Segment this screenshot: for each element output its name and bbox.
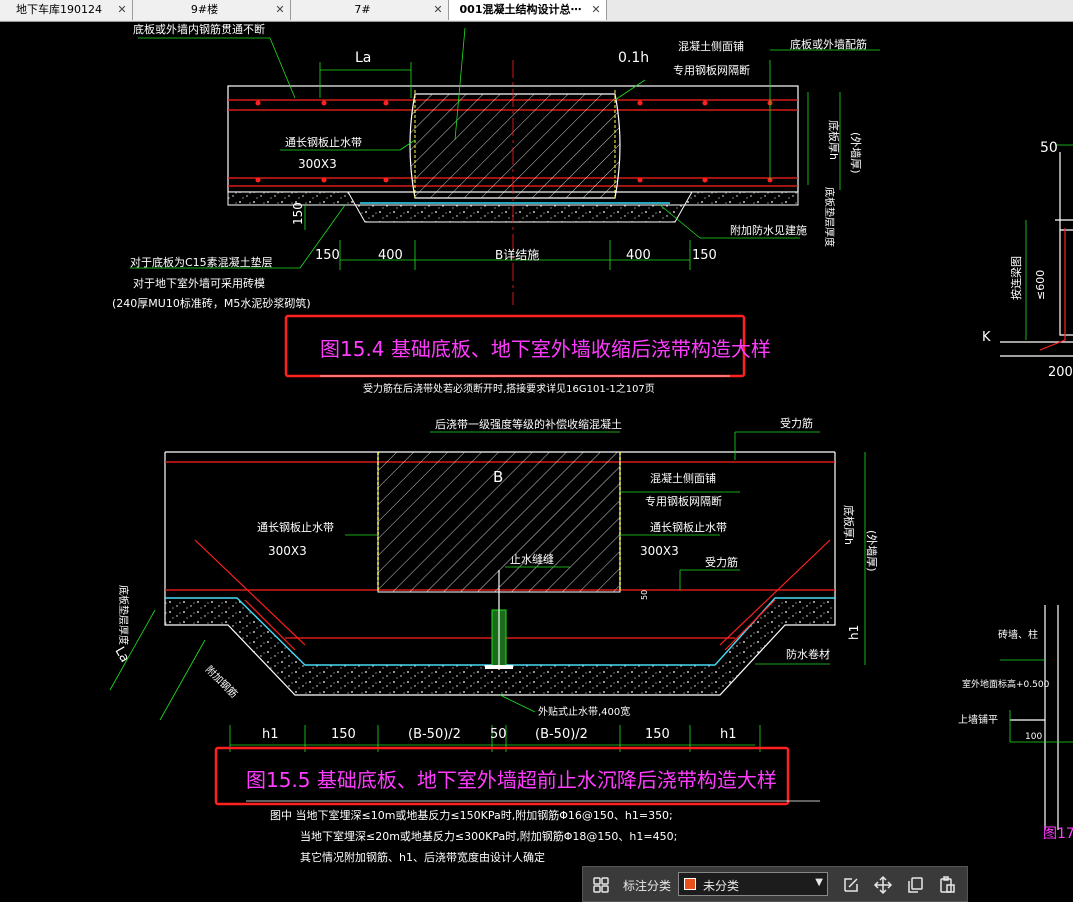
r-le600: ≤600 (1034, 270, 1047, 300)
d1-waterstop-size: 300X3 (298, 157, 337, 171)
close-icon[interactable]: ✕ (274, 0, 286, 20)
d2-left-extra: 附加钢筋 (203, 663, 240, 700)
d2-dim-b50-right: (B-50)/2 (535, 727, 588, 742)
d2-dim-50-small: 50 (640, 590, 649, 600)
d1-dim-150-left: 150 (315, 248, 340, 263)
d1-note-top: 底板或外墙内钢筋贯通不断 (133, 22, 265, 36)
r-dim-50: 50 (1040, 140, 1058, 156)
d1-concrete-mesh: 混凝土侧面铺 (678, 39, 744, 53)
d1-caption-note: 受力筋在后浇带处若必须断开时,搭接要求详见16G101-1之107页 (363, 382, 655, 395)
d2-ext-waterstop: 外贴式止水带,400宽 (538, 705, 630, 718)
d1-dim-400-left: 400 (378, 248, 403, 263)
d1-note-wall: 对于地下室外墙可采用砖模 (133, 276, 265, 290)
r-outdoor-level: 室外地面标高+0.500 (962, 678, 1050, 690)
grid-icon[interactable] (591, 875, 611, 895)
drawing-canvas[interactable]: 底板或外墙内钢筋贯通不断 La 0.1h 混凝土侧面铺 专用钢板网隔断 底板或外… (0, 21, 1073, 902)
d2-dim-150-right: 150 (645, 727, 670, 742)
annotation-toolbar: 标注分类 未分类 ▼ (582, 866, 968, 902)
d1-slab-strength: 底板垫层厚度 (823, 187, 836, 247)
d2-note-2: 当地下室埋深≤20m或地基反力≤300KPa时,附加钢筋Φ18@150、h1=4… (300, 829, 677, 843)
d2-stress-bar-2: 受力筋 (705, 555, 738, 569)
tab-label: 9#楼 (190, 3, 219, 16)
d2-stress-bar: 受力筋 (780, 416, 813, 430)
d1-wall-reinf: 底板或外墙配筋 (790, 37, 867, 51)
tab-label: 7# (354, 3, 371, 16)
detail-15-4: 底板或外墙内钢筋贯通不断 La 0.1h 混凝土侧面铺 专用钢板网隔断 底板或外… (112, 22, 880, 395)
d2-concrete-mesh: 混凝土侧面铺 (650, 471, 716, 485)
d2-title: 图15.5 基础底板、地下室外墙超前止水沉降后浇带构造大样 (246, 768, 777, 792)
d2-pour-note: 后浇带一级强度等级的补偿收缩混凝土 (435, 417, 622, 431)
d2-dim-50: 50 (490, 727, 507, 742)
d2-waterstop-slit: 止水缝缝 (510, 552, 554, 566)
d1-note-c15: 对于底板为C15素混凝土垫层 (130, 255, 273, 269)
close-icon[interactable]: ✕ (432, 0, 444, 20)
tab-label: 地下车库190124 (16, 3, 102, 16)
d2-size-left: 300X3 (268, 544, 307, 558)
edit-icon[interactable] (841, 875, 861, 895)
d1-title: 图15.4 基础底板、地下室外墙收缩后浇带构造大样 (320, 337, 771, 361)
d1-thickness: 底板厚h (827, 120, 841, 160)
tab-label: 001混凝土结构设计总⋯ (459, 3, 582, 16)
d1-extra-waterproof: 附加防水见建施 (730, 223, 807, 237)
r-top-label: 按连梁图 (1009, 256, 1023, 300)
r-dim-200: 200 (1048, 365, 1073, 380)
category-select[interactable]: 未分类 ▼ (678, 872, 828, 896)
d2-h1-right: h1 (847, 625, 861, 640)
r-dim-100: 100 (1025, 732, 1042, 742)
tab-building-7[interactable]: 7# ✕ (291, 0, 449, 20)
d2-waterproof: 防水卷材 (786, 647, 830, 661)
right-partial-detail: 50 按连梁图 ≤600 K 200 砖墙、柱 室外地面标高+0.500 上墙铺… (958, 140, 1073, 842)
d1-steel-mesh: 专用钢板网隔断 (673, 63, 750, 77)
tab-bar: 地下车库190124 ✕ 9#楼 ✕ 7# ✕ 001混凝土结构设计总⋯ ✕ (0, 0, 1073, 22)
d2-wall-thickness: (外墙厚) (865, 530, 879, 572)
copy-icon[interactable] (905, 875, 925, 895)
detail-15-5: 后浇带一级强度等级的补偿收缩混凝土 受力筋 B 混凝土侧面铺 专用钢板网隔断 通… (109, 416, 879, 864)
d1-dim-400-right: 400 (626, 248, 651, 263)
tab-building-9[interactable]: 9#楼 ✕ (133, 0, 291, 20)
d2-note-1: 图中 当地下室埋深≤10m或地基反力≤150KPa时,附加钢筋Φ16@150、h… (270, 808, 673, 822)
d2-left-La: La (112, 645, 133, 666)
d1-wall-thickness: (外墙厚) (849, 132, 863, 174)
d2-dim-h1-right: h1 (720, 727, 737, 742)
d1-01h: 0.1h (618, 50, 649, 66)
close-icon[interactable]: ✕ (116, 0, 128, 20)
d2-waterstop-left: 通长钢板止水带 (257, 520, 334, 534)
annotation-category-label: 标注分类 (623, 879, 672, 893)
d2-dim-h1-left: h1 (262, 727, 279, 742)
d2-note-3: 其它情况附加钢筋、h1、后浇带宽度由设计人确定 (300, 850, 545, 864)
close-icon[interactable]: ✕ (590, 0, 602, 20)
r-K: K (982, 330, 991, 345)
r-upper-flat: 上墙铺平 (958, 713, 998, 726)
d2-left-slab: 底板垫层厚度 (117, 585, 130, 645)
category-value: 未分类 (703, 879, 740, 893)
d2-thickness: 底板厚h (842, 505, 856, 545)
paste-icon[interactable] (937, 875, 957, 895)
d2-dim-150-left: 150 (331, 727, 356, 742)
d1-note-brick: (240厚MU10标准砖，M5水泥砂浆砌筑) (112, 296, 311, 310)
d2-dim-b50-left: (B-50)/2 (408, 727, 461, 742)
chevron-down-icon: ▼ (815, 877, 823, 888)
d1-La: La (355, 50, 371, 66)
tab-structure-design[interactable]: 001混凝土结构设计总⋯ ✕ (449, 0, 607, 20)
tab-garage[interactable]: 地下车库190124 ✕ (0, 0, 133, 20)
d1-dim-150-right: 150 (692, 248, 717, 263)
r-wall-column: 砖墙、柱 (998, 628, 1038, 641)
move-icon[interactable] (873, 875, 893, 895)
d1-waterstop: 通长钢板止水带 (285, 135, 362, 149)
d2-waterstop-right: 通长钢板止水带 (650, 520, 727, 534)
d2-size-right: 300X3 (640, 544, 679, 558)
r-fig17: 图17 (1043, 826, 1073, 842)
category-color-swatch (684, 878, 696, 890)
d2-steel-mesh: 专用钢板网隔断 (645, 494, 722, 508)
d1-dim-150-vert: 150 (291, 202, 305, 225)
d2-B: B (493, 468, 503, 486)
d1-dim-b: B详结施 (495, 247, 539, 262)
